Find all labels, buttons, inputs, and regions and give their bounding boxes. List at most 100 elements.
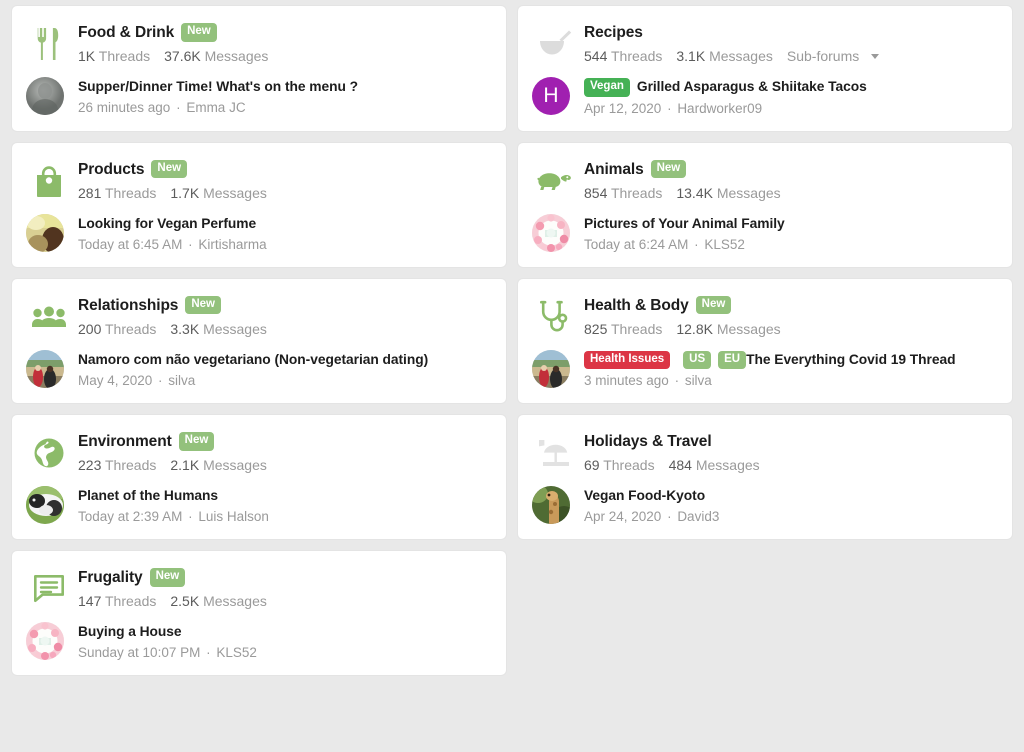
people-group-icon — [26, 295, 72, 339]
forum-node-recipes[interactable]: Recipes 544 Threads 3.1K Messages Sub-forum… — [518, 6, 1012, 131]
last-post-time[interactable]: 3 minutes ago — [584, 373, 669, 388]
last-post-title-link[interactable]: Supper/Dinner Time! What's on the menu ? — [78, 78, 358, 96]
thread-prefix-vegan[interactable]: Vegan — [584, 78, 630, 97]
last-post-title-link[interactable]: Namoro com não vegetariano (Non-vegetari… — [78, 351, 428, 369]
last-post-meta: May 4, 2020 · silva — [78, 372, 492, 389]
beach-umbrella-icon — [532, 431, 578, 475]
avatar[interactable]: H — [532, 77, 570, 115]
node-meta: Frugality New 147 Threads 2.5K Messages — [78, 567, 492, 610]
forum-node-relationships[interactable]: Relationships New 200 Threads 3.3K Messages… — [12, 278, 506, 403]
last-post-title-link[interactable]: Grilled Asparagus & Shiitake Tacos — [637, 78, 867, 96]
avatar[interactable] — [26, 77, 64, 115]
node-title-link[interactable]: Holidays & Travel — [584, 432, 712, 451]
node-title-row: Holidays & Travel — [584, 432, 998, 451]
node-title-link[interactable]: Environment — [78, 432, 172, 451]
thread-count: 825 Threads — [584, 320, 663, 337]
node-title-row: Animals New — [584, 159, 998, 179]
avatar[interactable] — [26, 213, 64, 252]
node-badge-new: New — [151, 159, 188, 179]
avatar[interactable] — [532, 486, 570, 524]
globe-icon — [26, 431, 72, 475]
node-title-link[interactable]: Recipes — [584, 23, 643, 42]
forum-node-products[interactable]: Products New 281 Threads 1.7K Messages Looki… — [12, 142, 506, 267]
node-stats: 223 Threads 2.1K Messages — [78, 456, 492, 474]
mortar-pestle-icon — [532, 22, 578, 66]
thread-prefix-us[interactable]: US — [683, 350, 712, 369]
node-header: Animals New 854 Threads 13.4K Messages — [532, 159, 998, 203]
last-post-row: Looking for Vegan Perfume Today at 6:45 A… — [26, 213, 492, 253]
last-post-author[interactable]: Emma JC — [186, 100, 245, 115]
message-count: 2.1K Messages — [170, 457, 267, 473]
node-stats: 825 Threads 12.8K Messages — [584, 320, 998, 338]
avatar[interactable] — [532, 349, 570, 388]
node-badge-new: New — [178, 432, 215, 451]
forum-node-frugality[interactable]: Frugality New 147 Threads 2.5K Messages Buyi… — [12, 551, 506, 675]
subforums-toggle[interactable]: Sub-forums — [786, 47, 880, 65]
meta-separator: · — [184, 236, 197, 252]
forum-node-environment[interactable]: Environment New 223 Threads 2.1K Messages Pl… — [12, 415, 506, 539]
last-post-title-link[interactable]: Pictures of Your Animal Family — [584, 215, 785, 233]
last-post-info: Vegan Food-Kyoto Apr 24, 2020 · David3 — [584, 486, 998, 525]
node-title-link[interactable]: Products — [78, 160, 144, 179]
last-post-author[interactable]: Hardworker09 — [677, 101, 762, 116]
message-count: 3.1K Messages — [676, 48, 773, 64]
last-post-author[interactable]: silva — [685, 373, 712, 388]
last-post-info: Namoro com não vegetariano (Non-vegetari… — [78, 350, 492, 389]
last-post-time[interactable]: Apr 24, 2020 — [584, 509, 661, 524]
node-title-link[interactable]: Relationships — [78, 296, 178, 315]
last-post-author[interactable]: silva — [168, 373, 195, 388]
last-post-author[interactable]: Kirtisharma — [198, 237, 266, 252]
last-post-time[interactable]: Today at 2:39 AM — [78, 509, 182, 524]
node-meta: Health & Body New 825 Threads 12.8K Message… — [584, 295, 998, 338]
avatar-initial: H — [543, 84, 559, 107]
last-post-author[interactable]: Luis Halson — [198, 509, 269, 524]
last-post-info: Buying a House Sunday at 10:07 PM · KLS52 — [78, 622, 492, 661]
last-post-row: Planet of the Humans Today at 2:39 AM · L… — [26, 486, 492, 525]
last-post-time[interactable]: May 4, 2020 — [78, 373, 152, 388]
last-post-author[interactable]: KLS52 — [216, 645, 257, 660]
avatar[interactable] — [26, 486, 64, 524]
last-post-title-link[interactable]: Buying a House — [78, 623, 182, 641]
forum-node-holidays-travel[interactable]: Holidays & Travel 69 Threads 484 Messages V… — [518, 415, 1012, 539]
last-post-title-link[interactable]: Planet of the Humans — [78, 487, 218, 505]
forum-node-health-body[interactable]: Health & Body New 825 Threads 12.8K Message… — [518, 278, 1012, 403]
last-post-title-row: Looking for Vegan Perfume — [78, 215, 492, 233]
node-title-row: Recipes — [584, 23, 998, 42]
node-header: Food & Drink New 1K Threads 37.6K Messages — [26, 22, 492, 66]
thread-count: 147 Threads — [78, 593, 157, 609]
thread-count: 1K Threads — [78, 48, 151, 64]
node-badge-new: New — [149, 568, 186, 587]
forum-node-animals[interactable]: Animals New 854 Threads 13.4K Messages Pictu… — [518, 142, 1012, 267]
node-title-link[interactable]: Animals — [584, 160, 644, 179]
avatar[interactable] — [532, 213, 570, 252]
thread-prefix-eu[interactable]: EU — [718, 350, 747, 369]
forum-node-food-drink[interactable]: Food & Drink New 1K Threads 37.6K Messages S… — [12, 6, 506, 131]
subforums-label: Sub-forums — [786, 48, 860, 64]
last-post-info: Vegan Grilled Asparagus & Shiitake Tacos A… — [584, 77, 998, 117]
last-post-author[interactable]: KLS52 — [704, 237, 745, 252]
last-post-title-link[interactable]: Looking for Vegan Perfume — [78, 215, 256, 233]
last-post-time[interactable]: 26 minutes ago — [78, 100, 170, 115]
last-post-author[interactable]: David3 — [677, 509, 719, 524]
avatar[interactable] — [26, 622, 64, 660]
node-header: Holidays & Travel 69 Threads 484 Messages — [532, 431, 998, 475]
node-badge-new: New — [650, 159, 687, 179]
node-title-link[interactable]: Frugality — [78, 568, 143, 587]
last-post-time[interactable]: Today at 6:24 AM — [584, 237, 688, 252]
node-title-link[interactable]: Health & Body — [584, 296, 689, 315]
last-post-time[interactable]: Today at 6:45 AM — [78, 237, 182, 252]
last-post-time[interactable]: Apr 12, 2020 — [584, 101, 661, 116]
thread-prefix-health-issues[interactable]: Health Issues — [584, 350, 671, 369]
node-header: Relationships New 200 Threads 3.3K Messages — [26, 295, 492, 339]
turtle-icon — [532, 159, 578, 203]
last-post-row: Health Issues US EU The Everything Covid 19… — [532, 349, 998, 390]
avatar[interactable] — [26, 349, 64, 388]
last-post-title-link[interactable]: Vegan Food-Kyoto — [584, 487, 705, 505]
thread-count: 200 Threads — [78, 320, 157, 337]
last-post-title-link[interactable]: The Everything Covid 19 Thread — [746, 351, 955, 369]
last-post-time[interactable]: Sunday at 10:07 PM — [78, 645, 200, 660]
fork-knife-icon — [26, 22, 72, 66]
thread-count: 69 Threads — [584, 457, 655, 473]
node-title-link[interactable]: Food & Drink — [78, 23, 174, 42]
node-badge-new: New — [181, 23, 217, 42]
